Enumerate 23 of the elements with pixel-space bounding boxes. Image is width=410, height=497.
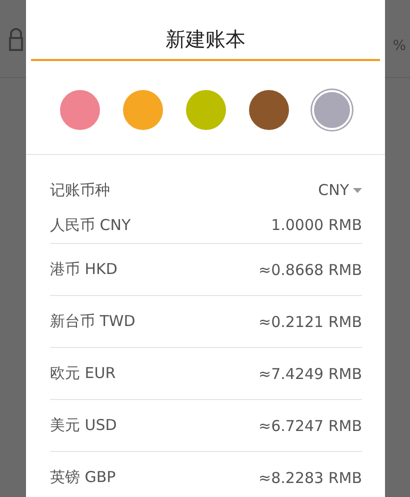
exchange-rate: ≈0.8668 RMB xyxy=(258,260,362,278)
color-swatch[interactable] xyxy=(122,90,162,130)
exchange-rate: ≈8.2283 RMB xyxy=(258,468,362,486)
currency-name: 美元 USD xyxy=(50,416,117,435)
currency-dropdown[interactable]: CNY xyxy=(318,181,362,199)
lock-icon xyxy=(8,26,24,52)
currency-name: 欧元 EUR xyxy=(50,364,116,383)
currency-name: 新台币 TWD xyxy=(50,312,136,331)
exchange-rate: ≈0.2121 RMB xyxy=(258,312,362,330)
currency-name: 港币 HKD xyxy=(50,260,118,279)
color-swatch[interactable] xyxy=(248,90,288,130)
color-swatch[interactable] xyxy=(186,90,226,130)
percent-text: % xyxy=(392,36,406,54)
currency-label: 记账币种 xyxy=(50,180,110,200)
exchange-rate: ≈7.4249 RMB xyxy=(258,364,362,382)
color-swatch[interactable] xyxy=(312,90,352,130)
currency-name: 英镑 GBP xyxy=(50,468,116,487)
exchange-rate: 1.0000 RMB xyxy=(271,216,362,234)
currency-name: 人民币 CNY xyxy=(50,216,131,234)
name-field[interactable]: 新建账本 xyxy=(31,26,380,61)
exchange-rate: ≈6.7247 RMB xyxy=(258,416,362,434)
color-swatch[interactable] xyxy=(60,90,100,130)
caret-icon xyxy=(353,188,362,192)
